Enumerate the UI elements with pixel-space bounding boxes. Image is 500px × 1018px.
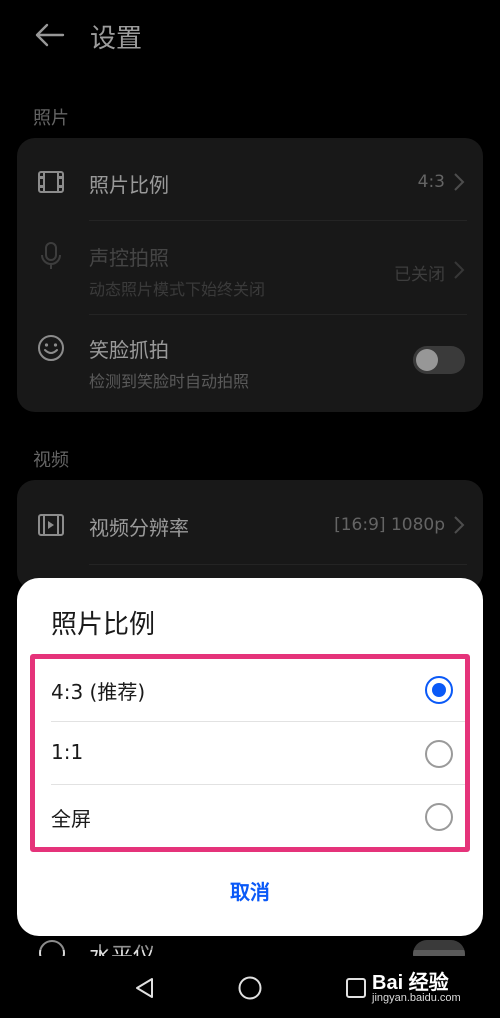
nav-home-button[interactable]	[236, 974, 264, 1002]
baidu-jingyan-watermark: Bai 经验 jingyan.baidu.com	[372, 966, 492, 1010]
watermark-sub: jingyan.baidu.com	[372, 992, 461, 1004]
circle-home-icon	[238, 976, 262, 1000]
nav-back-button[interactable]	[130, 974, 158, 1002]
triangle-back-icon	[136, 978, 153, 998]
watermark-main: Bai 经验	[372, 972, 449, 994]
square-recents-icon	[346, 978, 366, 998]
annotation-highlight-box	[30, 654, 470, 852]
dialog-title: 照片比例	[51, 610, 156, 640]
cancel-button[interactable]: 取消	[17, 870, 483, 910]
nav-recents-button[interactable]	[342, 974, 370, 1002]
photo-ratio-dialog: 照片比例 4:3 (推荐) 1:1 全屏 取消	[17, 578, 483, 936]
